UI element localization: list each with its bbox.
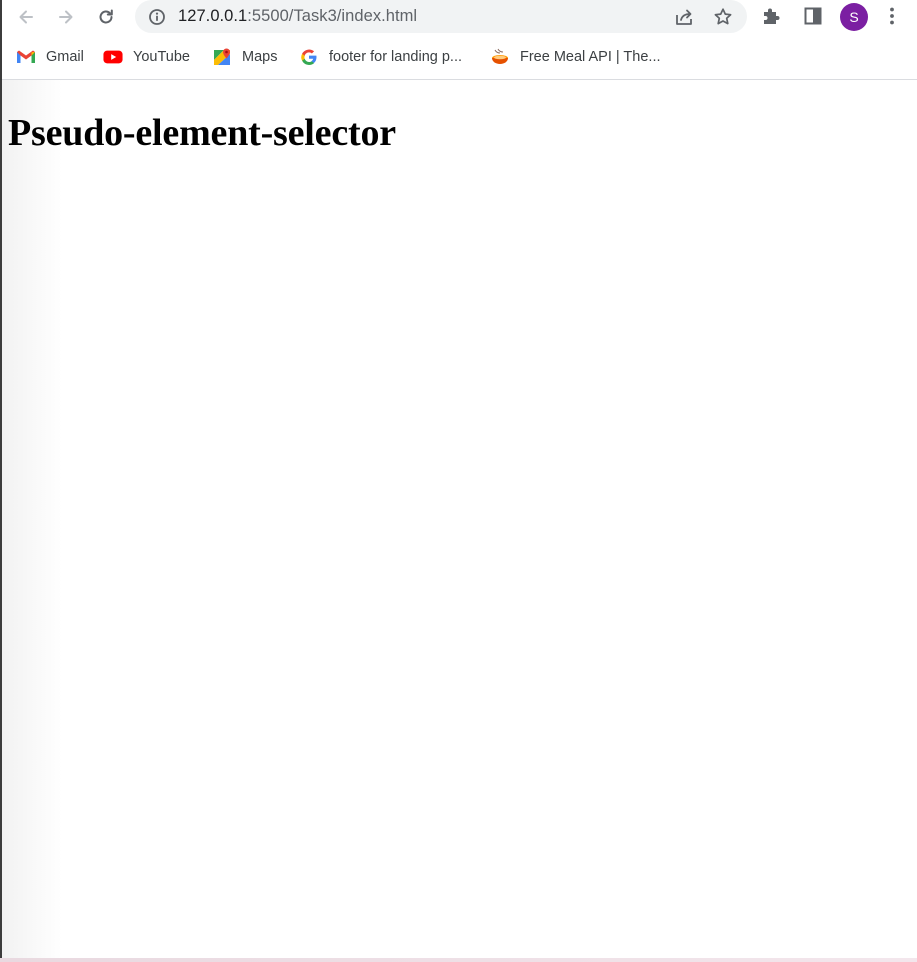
bookmark-gmail[interactable]: Gmail [16, 46, 84, 68]
bookmark-label: footer for landing p... [329, 49, 462, 65]
browser-window: 127.0.0.1:5500/Task3/index.html S Gmail … [0, 0, 917, 962]
bookmark-maps[interactable]: Maps [212, 46, 277, 68]
bookmark-star-icon[interactable] [712, 6, 734, 28]
window-bottom-edge [0, 958, 917, 962]
bookmark-label: Maps [242, 49, 278, 65]
bookmark-label: Free Meal API | The... [520, 49, 661, 65]
gmail-icon [16, 47, 36, 67]
page-viewport: Pseudo-element-selector [2, 80, 917, 958]
reload-icon [99, 9, 113, 24]
profile-avatar[interactable]: S [840, 3, 868, 31]
kebab-menu-icon[interactable] [881, 5, 903, 27]
forward-arrow-icon [59, 10, 73, 24]
url-path: :5500/Task3/index.html [247, 7, 418, 25]
bookmark-free-meal-api[interactable]: Free Meal API | The... [490, 46, 661, 68]
bookmark-label: Gmail [46, 49, 84, 65]
back-button[interactable] [12, 3, 40, 31]
url-text[interactable]: 127.0.0.1:5500/Task3/index.html [178, 7, 417, 26]
meal-icon [490, 47, 510, 67]
bookmark-footer-landing[interactable]: footer for landing p... [299, 46, 462, 68]
share-icon[interactable] [673, 6, 695, 28]
youtube-icon [103, 47, 123, 67]
viewport-shadow [2, 80, 62, 958]
side-panel-icon[interactable] [802, 5, 824, 27]
extensions-puzzle-icon[interactable] [760, 5, 782, 27]
maps-icon [212, 47, 232, 67]
bookmark-label: YouTube [133, 49, 190, 65]
back-arrow-icon [19, 10, 33, 24]
address-bar[interactable]: 127.0.0.1:5500/Task3/index.html [135, 0, 747, 33]
url-host: 127.0.0.1 [178, 7, 248, 25]
site-info-icon[interactable] [147, 7, 167, 27]
browser-toolbar: 127.0.0.1:5500/Task3/index.html S [2, 0, 917, 36]
forward-button[interactable] [52, 3, 80, 31]
bookmarks-bar: Gmail YouTube Maps footer for landing p.… [2, 38, 917, 78]
bookmark-youtube[interactable]: YouTube [103, 46, 190, 68]
page-heading: Pseudo-element-selector [8, 112, 396, 154]
google-icon [299, 47, 319, 67]
reload-button[interactable] [92, 3, 120, 31]
